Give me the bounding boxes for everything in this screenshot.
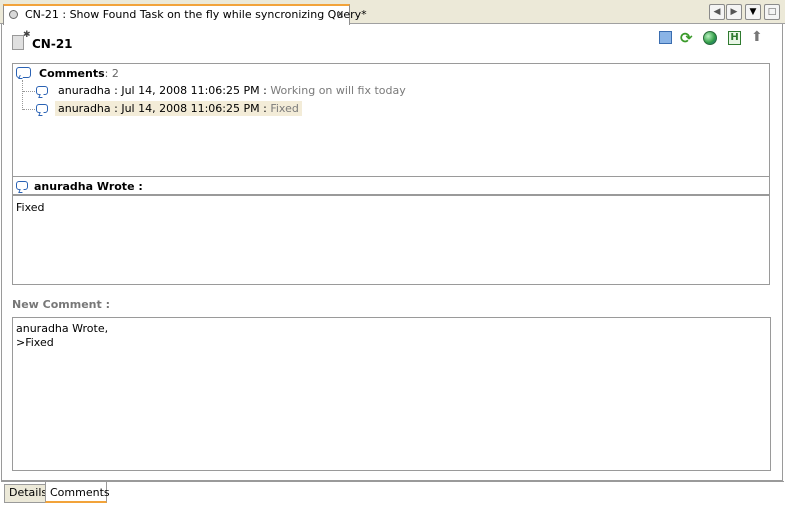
help-icon[interactable]: H <box>728 31 741 45</box>
comments-count: : 2 <box>104 67 119 80</box>
maximize-icon: □ <box>767 7 777 17</box>
tab-comments[interactable]: Comments <box>45 482 110 503</box>
modified-star-icon: ✱ <box>23 30 31 40</box>
new-comment-input[interactable] <box>12 317 771 471</box>
selected-comment-body-box <box>12 195 770 285</box>
selected-comment-body: Fixed <box>16 201 45 214</box>
close-tab-button[interactable]: x <box>337 7 344 20</box>
chevron-right-icon: ▶ <box>730 7 738 17</box>
show-opened-documents-button[interactable]: ▼ <box>745 4 761 20</box>
stop-icon[interactable] <box>659 31 672 44</box>
new-comment-label: New Comment : <box>12 298 110 311</box>
sync-icon[interactable]: ⟳ <box>680 30 693 46</box>
task-tab-icon <box>9 10 18 19</box>
chevron-down-icon: ▼ <box>749 7 757 17</box>
open-in-browser-icon[interactable] <box>703 31 717 45</box>
comments-root-label: Comments <box>39 67 105 80</box>
chevron-left-icon: ◀ <box>713 7 721 17</box>
comments-root-icon <box>16 67 31 78</box>
scroll-tabs-left-button[interactable]: ◀ <box>709 4 725 20</box>
comment-icon <box>36 86 48 95</box>
editor-tab-title: CN-21 : Show Found Task on the fly while… <box>25 8 367 21</box>
comment-meta: anuradha : Jul 14, 2008 11:06:25 PM : <box>58 84 271 97</box>
task-id-title: CN-21 <box>32 37 73 51</box>
tree-connector <box>23 109 35 110</box>
comment-tree-item-selected[interactable]: anuradha : Jul 14, 2008 11:06:25 PM : Fi… <box>55 101 302 116</box>
comment-icon <box>36 104 48 113</box>
task-icon: ✱ <box>12 30 31 50</box>
comments-tree <box>12 63 770 177</box>
export-icon[interactable]: ⬆ <box>751 29 763 45</box>
maximize-window-button[interactable]: □ <box>764 4 780 20</box>
scroll-tabs-right-button[interactable]: ▶ <box>726 4 742 20</box>
comment-icon <box>16 181 28 190</box>
bottom-tab-divider <box>1 481 784 482</box>
comment-message: Fixed <box>270 102 299 115</box>
comment-message: Working on will fix today <box>270 84 406 97</box>
tab-details[interactable]: Details <box>4 484 47 503</box>
comments-root-node[interactable]: Comments: 2 <box>39 67 119 80</box>
tree-connector <box>22 80 23 110</box>
comment-tree-item[interactable]: anuradha : Jul 14, 2008 11:06:25 PM : Wo… <box>55 83 409 98</box>
tree-connector <box>23 91 35 92</box>
editor-tab[interactable]: CN-21 : Show Found Task on the fly while… <box>3 4 367 25</box>
comment-meta: anuradha : Jul 14, 2008 11:06:25 PM : <box>58 102 271 115</box>
selected-comment-author: anuradha Wrote : <box>34 180 143 193</box>
